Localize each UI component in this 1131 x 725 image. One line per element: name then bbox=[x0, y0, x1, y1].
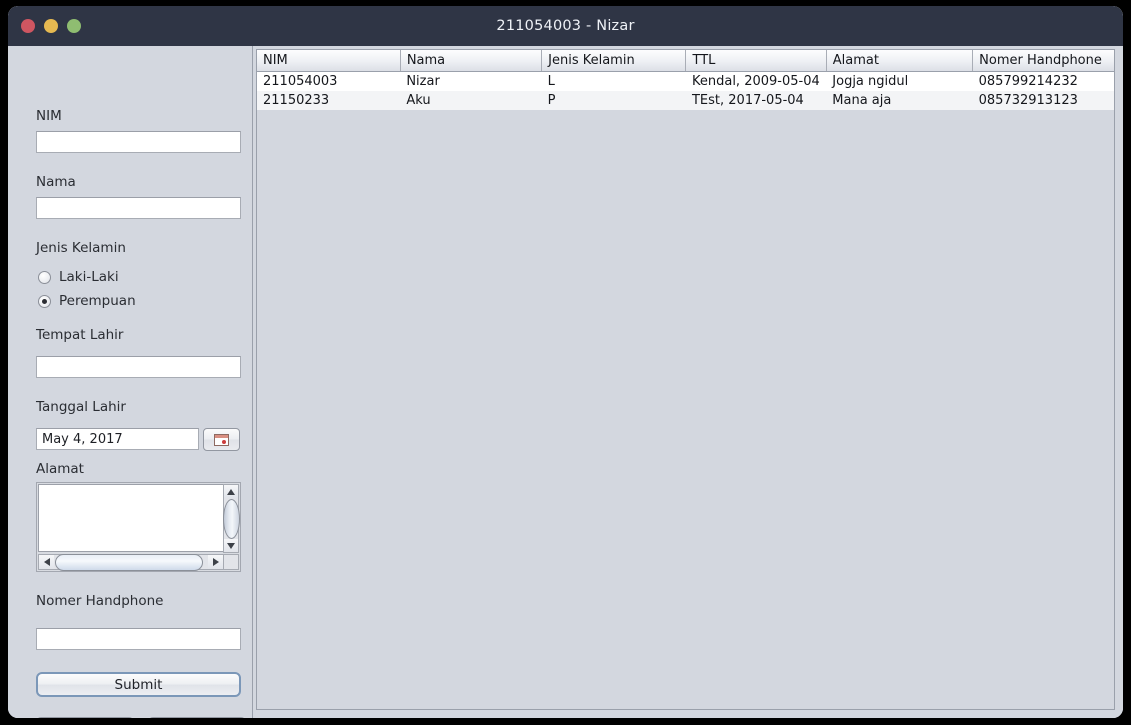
alamat-textarea-container bbox=[36, 482, 241, 572]
cell-alamat: Mana aja bbox=[826, 91, 973, 110]
form-panel: NIM Nama Jenis Kelamin Laki-Laki Perempu… bbox=[8, 46, 252, 718]
horizontal-scrollbar-thumb[interactable] bbox=[55, 554, 203, 571]
submit-button[interactable]: Submit bbox=[36, 672, 241, 697]
cell-nim: 211054003 bbox=[257, 71, 401, 91]
radio-perempuan-label: Perempuan bbox=[59, 293, 136, 309]
nama-input[interactable] bbox=[36, 197, 241, 219]
tanggal-lahir-input[interactable] bbox=[36, 428, 199, 450]
table-body: 211054003 Nizar L Kendal, 2009-05-04 Jog… bbox=[257, 71, 1114, 110]
maximize-button[interactable] bbox=[67, 19, 81, 33]
cell-nomer-handphone: 085732913123 bbox=[972, 91, 1114, 110]
radio-laki-laki[interactable]: Laki-Laki bbox=[38, 269, 119, 285]
nim-label: NIM bbox=[36, 108, 62, 124]
alamat-textarea[interactable] bbox=[38, 484, 224, 552]
cell-nama: Nizar bbox=[400, 71, 542, 91]
cell-ttl: Kendal, 2009-05-04 bbox=[685, 71, 827, 91]
nomer-handphone-label: Nomer Handphone bbox=[36, 593, 164, 609]
alamat-horizontal-scrollbar[interactable] bbox=[38, 554, 224, 571]
jenis-kelamin-label: Jenis Kelamin bbox=[36, 240, 126, 256]
data-table-container: NIM Nama Jenis Kelamin TTL Alamat Nomer … bbox=[256, 49, 1115, 710]
window-content: NIM Nama Jenis Kelamin Laki-Laki Perempu… bbox=[8, 46, 1123, 718]
radio-laki-laki-label: Laki-Laki bbox=[59, 269, 119, 285]
column-header-jenis-kelamin[interactable]: Jenis Kelamin bbox=[541, 50, 687, 72]
cell-nim: 21150233 bbox=[257, 91, 401, 110]
radio-circle-selected-icon bbox=[38, 294, 51, 308]
scroll-up-arrow-icon[interactable] bbox=[224, 485, 238, 498]
nim-input[interactable] bbox=[36, 131, 241, 153]
radio-perempuan[interactable]: Perempuan bbox=[38, 293, 136, 309]
application-window: 211054003 - Nizar NIM Nama Jenis Kelamin… bbox=[8, 6, 1123, 718]
table-header-row: NIM Nama Jenis Kelamin TTL Alamat Nomer … bbox=[257, 50, 1114, 72]
minimize-button[interactable] bbox=[44, 19, 58, 33]
column-header-nama[interactable]: Nama bbox=[400, 50, 543, 72]
scroll-down-arrow-icon[interactable] bbox=[224, 539, 238, 552]
tanggal-lahir-label: Tanggal Lahir bbox=[36, 399, 126, 415]
calendar-icon bbox=[214, 433, 229, 446]
calendar-picker-button[interactable] bbox=[203, 428, 240, 451]
cell-jenis-kelamin: L bbox=[541, 71, 686, 91]
delete-button[interactable]: Delete bbox=[148, 717, 246, 718]
scrollbar-corner bbox=[223, 554, 239, 570]
clear-button[interactable]: Clear bbox=[36, 717, 134, 718]
close-button[interactable] bbox=[21, 19, 35, 33]
scroll-right-arrow-icon[interactable] bbox=[208, 555, 223, 569]
vertical-scrollbar-thumb[interactable] bbox=[223, 499, 240, 539]
tempat-lahir-input[interactable] bbox=[36, 356, 241, 378]
table-panel: NIM Nama Jenis Kelamin TTL Alamat Nomer … bbox=[253, 46, 1123, 718]
nama-label: Nama bbox=[36, 174, 76, 190]
cell-nama: Aku bbox=[400, 91, 542, 110]
nomer-handphone-input[interactable] bbox=[36, 628, 241, 650]
window-controls bbox=[21, 19, 81, 33]
cell-ttl: TEst, 2017-05-04 bbox=[685, 91, 827, 110]
alamat-vertical-scrollbar[interactable] bbox=[223, 484, 240, 553]
radio-circle-icon bbox=[38, 270, 51, 284]
title-bar: 211054003 - Nizar bbox=[8, 6, 1123, 46]
data-table: NIM Nama Jenis Kelamin TTL Alamat Nomer … bbox=[257, 50, 1114, 110]
column-header-alamat[interactable]: Alamat bbox=[826, 50, 974, 72]
tempat-lahir-label: Tempat Lahir bbox=[36, 327, 124, 343]
column-header-nim[interactable]: NIM bbox=[257, 50, 401, 72]
table-row[interactable]: 21150233 Aku P TEst, 2017-05-04 Mana aja… bbox=[257, 91, 1114, 110]
cell-alamat: Jogja ngidul bbox=[826, 71, 973, 91]
cell-jenis-kelamin: P bbox=[541, 91, 686, 110]
scroll-left-arrow-icon[interactable] bbox=[39, 555, 54, 569]
alamat-label: Alamat bbox=[36, 461, 84, 477]
window-title: 211054003 - Nizar bbox=[496, 18, 635, 34]
table-row[interactable]: 211054003 Nizar L Kendal, 2009-05-04 Jog… bbox=[257, 71, 1114, 91]
cell-nomer-handphone: 085799214232 bbox=[972, 71, 1114, 91]
column-header-nomer-handphone[interactable]: Nomer Handphone bbox=[972, 50, 1114, 72]
table-header: NIM Nama Jenis Kelamin TTL Alamat Nomer … bbox=[257, 50, 1114, 72]
column-header-ttl[interactable]: TTL bbox=[685, 50, 827, 72]
